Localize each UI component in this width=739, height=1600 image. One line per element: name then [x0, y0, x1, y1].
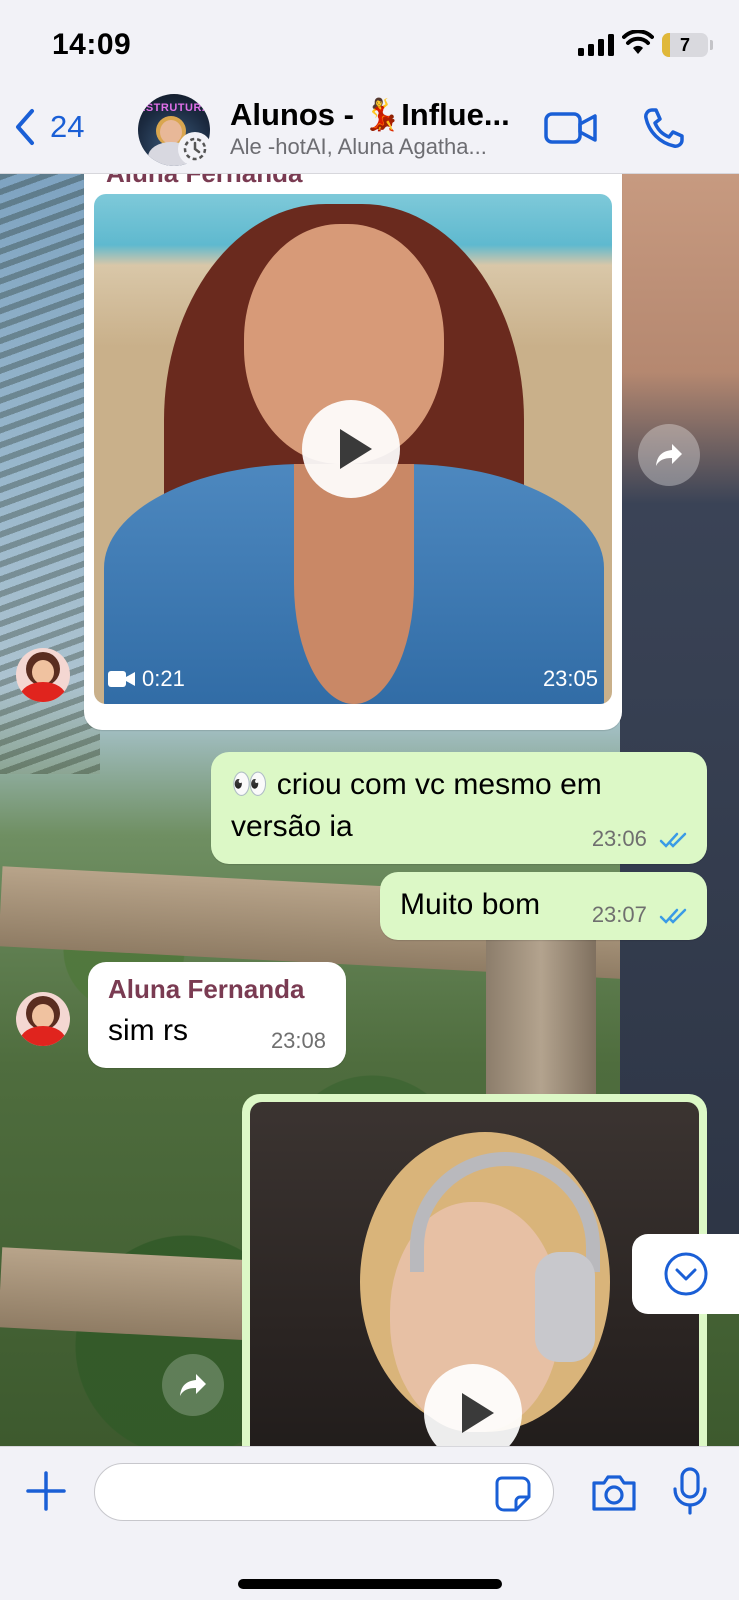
home-indicator[interactable] — [238, 1579, 502, 1589]
scroll-to-bottom-button[interactable] — [632, 1234, 739, 1314]
chat-area[interactable]: Aluna Fernanda 0:21 23:05 👀 criou com — [0, 174, 739, 1446]
video-thumbnail[interactable]: 0:21 23:05 — [94, 194, 612, 704]
forward-icon — [180, 1374, 206, 1396]
status-time: 14:09 — [52, 28, 132, 61]
battery-nub — [710, 40, 713, 50]
message-bubble-outgoing[interactable]: 👀 criou com vc mesmo em versão ia 23:06 — [211, 752, 707, 864]
message-time: 23:07 — [591, 902, 647, 927]
sticker-icon[interactable] — [494, 1475, 532, 1513]
video-duration: 0:21 — [108, 666, 185, 692]
forward-icon — [656, 444, 682, 466]
back-button[interactable]: 24 — [14, 108, 84, 146]
message-time: 23:08 — [270, 1028, 326, 1053]
play-icon[interactable] — [302, 400, 400, 498]
message-bubble-incoming[interactable]: Aluna Fernanda sim rs 23:08 — [88, 962, 346, 1068]
signal-icon — [578, 34, 614, 56]
chevron-left-icon — [16, 109, 34, 145]
chat-title[interactable]: Alunos - 💃Influe... — [230, 96, 510, 133]
message-time: 23:06 — [591, 826, 647, 851]
phone-icon[interactable] — [642, 106, 686, 150]
avatar-brand-text: ESTRUTURA — [138, 102, 210, 114]
chat-participants[interactable]: Ale -hotAI, Aluna Agatha... — [230, 134, 487, 160]
input-bar — [0, 1446, 739, 1600]
status-bar: 14:09 7 — [0, 0, 739, 90]
battery-level: 7 — [679, 35, 690, 55]
message-time-status: 23:07 — [592, 902, 689, 928]
message-text: Muito bom — [400, 888, 541, 921]
sender-avatar[interactable] — [16, 992, 70, 1046]
unread-count: 24 — [50, 109, 85, 144]
video-duration-text: 0:21 — [142, 666, 185, 691]
read-ticks-icon — [659, 832, 687, 848]
sender-avatar[interactable] — [16, 648, 70, 702]
message-bubble-incoming[interactable]: Aluna Fernanda 0:21 23:05 — [84, 174, 622, 730]
wifi-icon — [622, 30, 654, 54]
message-input[interactable] — [94, 1463, 554, 1521]
message-time-status: 23:06 — [592, 826, 689, 852]
message-time: 23:05 — [542, 666, 598, 691]
forward-button[interactable] — [162, 1354, 224, 1416]
chat-header: 24 ESTRUTURA Alunos - 💃Influe... Ale -ho… — [0, 90, 739, 174]
forward-button[interactable] — [638, 424, 700, 486]
disappearing-timer-icon — [178, 132, 212, 166]
microphone-icon[interactable] — [672, 1467, 708, 1517]
plus-icon[interactable] — [24, 1469, 68, 1513]
battery-icon: 7 — [662, 33, 708, 57]
read-ticks-icon — [659, 908, 687, 924]
video-camera-icon — [108, 671, 135, 687]
wallpaper-rail — [0, 1247, 262, 1341]
message-bubble-outgoing[interactable]: Muito bom 23:07 — [380, 872, 707, 940]
sender-name: Aluna Fernanda — [108, 974, 305, 1004]
camera-icon[interactable] — [590, 1473, 638, 1513]
chevron-down-circle-icon — [664, 1252, 707, 1296]
video-camera-icon[interactable] — [544, 110, 598, 146]
message-text: sim rs — [108, 1014, 188, 1047]
sender-name: Aluna Fernanda — [106, 174, 302, 189]
